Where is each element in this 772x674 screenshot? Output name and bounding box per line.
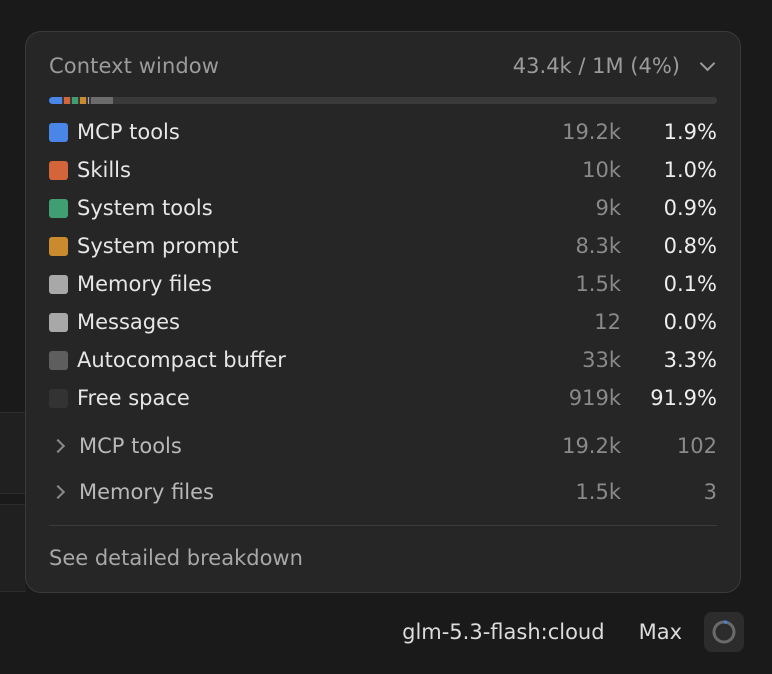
category-percent: 91.9% bbox=[650, 386, 717, 410]
chevron-right-icon[interactable] bbox=[50, 484, 66, 500]
category-row: System prompt 8.3k 0.8% bbox=[49, 227, 717, 265]
expandable-count: 102 bbox=[676, 434, 717, 458]
category-label: Memory files bbox=[77, 272, 213, 296]
status-footer: glm-5.3-flash:cloud Max bbox=[402, 612, 744, 652]
category-value: 10k bbox=[582, 158, 621, 182]
category-label: Skills bbox=[77, 158, 131, 182]
detailed-breakdown-link[interactable]: See detailed breakdown bbox=[49, 546, 303, 570]
category-percent: 0.1% bbox=[663, 272, 717, 296]
usage-bar-segment bbox=[63, 97, 71, 104]
category-percent: 0.9% bbox=[663, 196, 717, 220]
usage-bar-segment bbox=[88, 97, 90, 104]
color-swatch bbox=[49, 312, 68, 332]
color-swatch bbox=[49, 198, 68, 218]
category-percent: 0.8% bbox=[663, 234, 717, 258]
popover-header[interactable]: Context window 43.4k / 1M (4%) bbox=[49, 50, 717, 82]
category-row: MCP tools 19.2k 1.9% bbox=[49, 113, 717, 151]
background-panel bbox=[0, 504, 26, 592]
color-swatch bbox=[49, 236, 68, 256]
usage-summary[interactable]: 43.4k / 1M (4%) bbox=[513, 54, 717, 78]
context-usage-button[interactable] bbox=[704, 612, 744, 652]
color-swatch bbox=[49, 122, 68, 142]
category-value: 8.3k bbox=[575, 234, 621, 258]
category-value: 33k bbox=[582, 348, 621, 372]
chevron-down-icon[interactable] bbox=[699, 55, 716, 71]
usage-bar bbox=[49, 97, 717, 104]
usage-bar-segment bbox=[72, 97, 79, 104]
category-value: 919k bbox=[568, 386, 621, 410]
expandable-label: Memory files bbox=[79, 480, 215, 504]
category-value: 9k bbox=[595, 196, 621, 220]
category-label: MCP tools bbox=[77, 120, 180, 144]
usage-bar-segment bbox=[91, 97, 114, 104]
expandable-value: 19.2k bbox=[562, 434, 621, 458]
chevron-right-icon[interactable] bbox=[50, 438, 66, 454]
expandable-label: MCP tools bbox=[79, 434, 182, 458]
context-window-popover: Context window 43.4k / 1M (4%) MCP tools… bbox=[25, 31, 741, 593]
category-value: 1.5k bbox=[575, 272, 621, 296]
usage-text: 43.4k / 1M (4%) bbox=[512, 54, 680, 78]
category-percent: 1.0% bbox=[663, 158, 717, 182]
category-label: Messages bbox=[77, 310, 180, 334]
category-label: Autocompact buffer bbox=[77, 348, 286, 372]
category-percent: 0.0% bbox=[663, 310, 717, 334]
category-row: Skills 10k 1.0% bbox=[49, 151, 717, 189]
category-row: Free space 919k 91.9% bbox=[49, 379, 717, 417]
category-label: System tools bbox=[77, 196, 213, 220]
progress-ring-icon bbox=[712, 620, 736, 644]
category-row: Messages 12 0.0% bbox=[49, 303, 717, 341]
expandable-value: 1.5k bbox=[575, 480, 621, 504]
expandable-list: MCP tools 19.2k 102 Memory files 1.5k 3 bbox=[49, 423, 717, 515]
category-value: 12 bbox=[594, 310, 621, 334]
effort-selector[interactable]: Max bbox=[639, 620, 682, 644]
category-label: Free space bbox=[77, 386, 190, 410]
category-value: 19.2k bbox=[562, 120, 621, 144]
divider bbox=[49, 525, 717, 526]
category-percent: 3.3% bbox=[663, 348, 717, 372]
category-percent: 1.9% bbox=[663, 120, 717, 144]
usage-bar-segment bbox=[49, 97, 62, 104]
category-row: Memory files 1.5k 0.1% bbox=[49, 265, 717, 303]
model-selector[interactable]: glm-5.3-flash:cloud bbox=[402, 620, 604, 644]
color-swatch bbox=[49, 160, 68, 180]
expandable-row[interactable]: Memory files 1.5k 3 bbox=[49, 469, 717, 515]
color-swatch bbox=[49, 350, 68, 370]
category-row: Autocompact buffer 33k 3.3% bbox=[49, 341, 717, 379]
category-label: System prompt bbox=[77, 234, 239, 258]
usage-bar-segment bbox=[80, 97, 87, 104]
category-row: System tools 9k 0.9% bbox=[49, 189, 717, 227]
expandable-count: 3 bbox=[703, 480, 717, 504]
color-swatch bbox=[49, 274, 68, 294]
color-swatch bbox=[49, 388, 68, 408]
expandable-row[interactable]: MCP tools 19.2k 102 bbox=[49, 423, 717, 469]
category-list: MCP tools 19.2k 1.9% Skills 10k 1.0% System to… bbox=[49, 113, 717, 417]
background-panel bbox=[0, 412, 26, 494]
popover-title: Context window bbox=[49, 54, 220, 78]
